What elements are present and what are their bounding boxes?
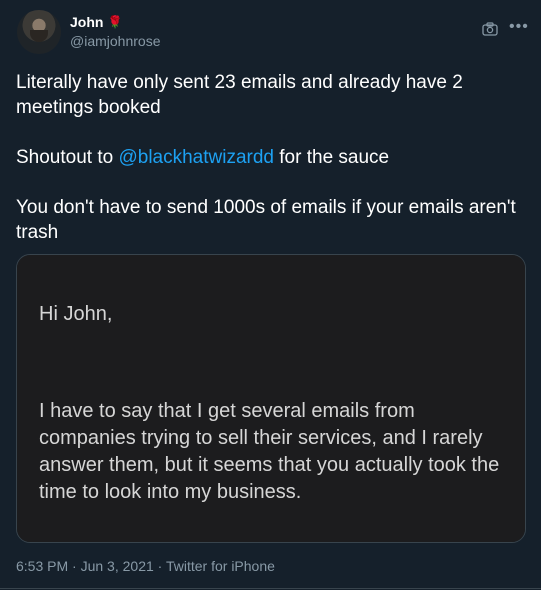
tweet-paragraph-3: You don't have to send 1000s of emails i… [16, 197, 516, 243]
meta-separator: · [68, 558, 81, 574]
display-name[interactable]: John [70, 14, 103, 30]
email-body: I have to say that I get several emails … [39, 400, 500, 503]
tweet-meta: 6:53 PM · Jun 3, 2021 · Twitter for iPho… [16, 558, 275, 574]
divider [0, 588, 541, 589]
camera-icon[interactable] [482, 22, 498, 36]
attached-image[interactable]: Hi John, I have to say that I get severa… [16, 254, 526, 543]
more-icon[interactable]: ••• [509, 19, 529, 35]
tweet-date[interactable]: Jun 3, 2021 [81, 558, 154, 574]
tweet-paragraph-2: Shoutout to @blackhatwizardd for the sau… [16, 145, 516, 170]
rose-icon: 🌹 [107, 15, 123, 29]
author-handle[interactable]: @iamjohnrose [70, 33, 160, 49]
email-screenshot: Hi John, I have to say that I get severa… [17, 255, 525, 542]
avatar[interactable] [17, 10, 61, 54]
email-greeting: Hi John, [39, 303, 113, 325]
tweet-time[interactable]: 6:53 PM [16, 558, 68, 574]
meta-separator: · [153, 558, 166, 574]
author-name-row[interactable]: John 🌹 [70, 14, 122, 30]
shoutout-prefix: Shoutout to [16, 147, 119, 168]
mention-link[interactable]: @blackhatwizardd [118, 147, 274, 168]
tweet-text: Literally have only sent 23 emails and a… [16, 70, 516, 245]
shoutout-suffix: for the sauce [274, 147, 390, 168]
avatar-beard [30, 30, 48, 42]
tweet-source[interactable]: Twitter for iPhone [166, 558, 275, 574]
tweet-paragraph-1: Literally have only sent 23 emails and a… [16, 72, 463, 118]
